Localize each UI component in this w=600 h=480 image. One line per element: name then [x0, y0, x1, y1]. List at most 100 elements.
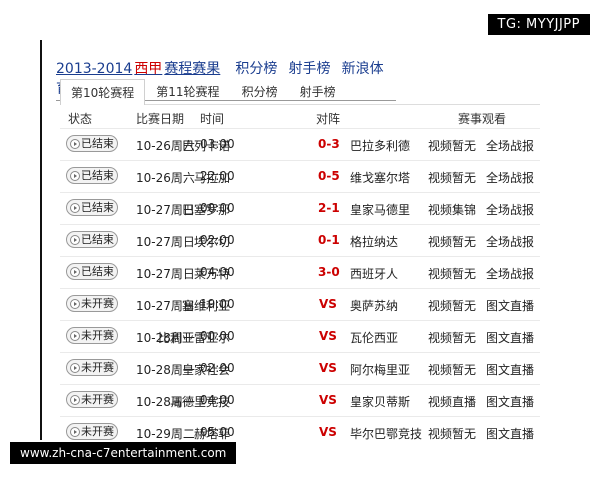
away-team[interactable]: 维戈塞尔塔 [350, 169, 410, 186]
play-icon [70, 331, 80, 341]
col-matchup: 对阵 [316, 112, 341, 126]
match-date: 10-29周二 [136, 427, 195, 441]
status-badge: 未开赛 [66, 295, 118, 312]
away-team[interactable]: 皇家贝蒂斯 [350, 393, 410, 410]
status-badge: 已结束 [66, 167, 118, 184]
home-team[interactable]: 马德里竞技 [170, 393, 230, 410]
match-score[interactable]: 0-1 [318, 233, 340, 247]
away-team[interactable]: 西班牙人 [350, 265, 398, 282]
away-team[interactable]: 皇家马德里 [350, 201, 410, 218]
play-icon [70, 363, 80, 373]
match-score[interactable]: 0-5 [318, 169, 340, 183]
video-link[interactable]: 视频暂无 [428, 297, 476, 314]
match-score[interactable]: VS [319, 297, 337, 311]
table-row: 未开赛 10-27周日 19:00 塞维利亚 VS 奥萨苏纳 视频暂无 图文直播 [60, 288, 540, 320]
tab-round-11[interactable]: 第11轮赛程 [145, 78, 230, 104]
video-link[interactable]: 视频暂无 [428, 265, 476, 282]
play-icon [70, 171, 80, 181]
table-header: 状态 比赛日期 时间 对阵 赛事观看 [60, 106, 540, 128]
away-team[interactable]: 奥萨苏纳 [350, 297, 398, 314]
watermark-top: TG: MYYJJPP [487, 14, 590, 35]
match-score[interactable]: VS [319, 361, 337, 375]
match-score[interactable]: 3-0 [318, 265, 340, 279]
status-badge: 已结束 [66, 199, 118, 216]
away-team[interactable]: 阿尔梅里亚 [350, 361, 410, 378]
watermark-bottom: www.zh-cna-c7entertainment.com [10, 442, 237, 464]
video-link[interactable]: 视频暂无 [428, 169, 476, 186]
status-badge: 未开赛 [66, 327, 118, 344]
table-row: 已结束 10-26周六 03:00 巴列卡诺 0-3 巴拉多利德 视频暂无 全场战报 [60, 128, 540, 160]
report-link[interactable]: 图文直播 [486, 393, 534, 410]
status-badge: 已结束 [66, 135, 118, 152]
status-badge: 未开赛 [66, 423, 118, 440]
away-team[interactable]: 巴拉多利德 [350, 137, 410, 154]
status-label: 未开赛 [81, 329, 114, 342]
season-title-link[interactable]: 2013-2014 西甲 赛程赛果 [56, 61, 222, 77]
left-border-line [40, 40, 42, 440]
col-status: 状态 [68, 112, 93, 126]
home-team[interactable]: 赫塔菲 [194, 425, 230, 442]
table-row: 已结束 10-27周日 02:00 埃尔切 0-1 格拉纳达 视频暂无 全场战报 [60, 224, 540, 256]
away-team[interactable]: 瓦伦西亚 [350, 329, 398, 346]
video-link[interactable]: 视频暂无 [428, 329, 476, 346]
report-link[interactable]: 全场战报 [486, 169, 534, 186]
play-icon [70, 299, 80, 309]
table-row: 已结束 10-26周六 22:00 马拉加 0-5 维戈塞尔塔 视频暂无 全场战报 [60, 160, 540, 192]
season-prefix: 2013-2014 [56, 61, 133, 77]
play-icon [70, 395, 80, 405]
home-team[interactable]: 塞维利亚 [182, 297, 230, 314]
home-team[interactable]: 埃尔切 [194, 233, 230, 250]
status-badge: 未开赛 [66, 391, 118, 408]
play-icon [70, 427, 80, 437]
tab-scorers[interactable]: 射手榜 [289, 78, 347, 104]
col-date: 比赛日期 [136, 112, 185, 126]
report-link[interactable]: 全场战报 [486, 233, 534, 250]
video-link[interactable]: 视频暂无 [428, 361, 476, 378]
video-link[interactable]: 视频暂无 [428, 137, 476, 154]
status-badge: 未开赛 [66, 359, 118, 376]
report-link[interactable]: 图文直播 [486, 297, 534, 314]
play-icon [70, 267, 80, 277]
video-link[interactable]: 视频集锦 [428, 201, 476, 218]
report-link[interactable]: 图文直播 [486, 329, 534, 346]
home-team[interactable]: 巴列卡诺 [182, 137, 230, 154]
match-date: 10-27周日 [136, 235, 195, 249]
match-score[interactable]: VS [319, 329, 337, 343]
video-link[interactable]: 视频暂无 [428, 425, 476, 442]
match-score[interactable]: VS [319, 393, 337, 407]
match-score[interactable]: 0-3 [318, 137, 340, 151]
status-badge: 已结束 [66, 263, 118, 280]
home-team[interactable]: 皇家社会 [182, 361, 230, 378]
status-label: 已结束 [81, 137, 114, 150]
col-time: 时间 [200, 112, 225, 126]
report-link[interactable]: 全场战报 [486, 137, 534, 154]
tab-standings[interactable]: 积分榜 [231, 78, 289, 104]
video-link[interactable]: 视频直播 [428, 393, 476, 410]
play-icon [70, 235, 80, 245]
status-label: 已结束 [81, 233, 114, 246]
status-label: 未开赛 [81, 425, 114, 438]
report-link[interactable]: 图文直播 [486, 425, 534, 442]
tab-round-10[interactable]: 第10轮赛程 [60, 79, 146, 105]
match-score[interactable]: VS [319, 425, 337, 439]
tab-bar: 第10轮赛程 第11轮赛程 积分榜 射手榜 [60, 78, 540, 105]
season-suffix: 赛程赛果 [164, 61, 221, 77]
scorers-link[interactable]: 射手榜 [289, 61, 331, 77]
match-score[interactable]: 2-1 [318, 201, 340, 215]
table-row: 已结束 10-27周日 00:00 巴塞罗那 2-1 皇家马德里 视频集锦 全场战报 [60, 192, 540, 224]
video-link[interactable]: 视频暂无 [428, 233, 476, 250]
home-team[interactable]: 莱万特 [194, 265, 230, 282]
table-row: 未开赛 10-28周一 00:00 比利亚雷亚尔 VS 瓦伦西亚 视频暂无 图文直播 [60, 320, 540, 352]
away-team[interactable]: 格拉纳达 [350, 233, 398, 250]
away-team[interactable]: 毕尔巴鄂竞技 [350, 425, 422, 442]
report-link[interactable]: 图文直播 [486, 361, 534, 378]
report-link[interactable]: 全场战报 [486, 265, 534, 282]
play-icon [70, 203, 80, 213]
report-link[interactable]: 全场战报 [486, 201, 534, 218]
home-team[interactable]: 巴塞罗那 [182, 201, 230, 218]
home-team[interactable]: 马拉加 [194, 169, 230, 186]
home-team[interactable]: 比利亚雷亚尔 [158, 329, 230, 346]
standings-link[interactable]: 积分榜 [235, 61, 277, 77]
table-row: 未开赛 10-28周一 04:00 马德里竞技 VS 皇家贝蒂斯 视频直播 图文直播 [60, 384, 540, 416]
status-label: 未开赛 [81, 393, 114, 406]
